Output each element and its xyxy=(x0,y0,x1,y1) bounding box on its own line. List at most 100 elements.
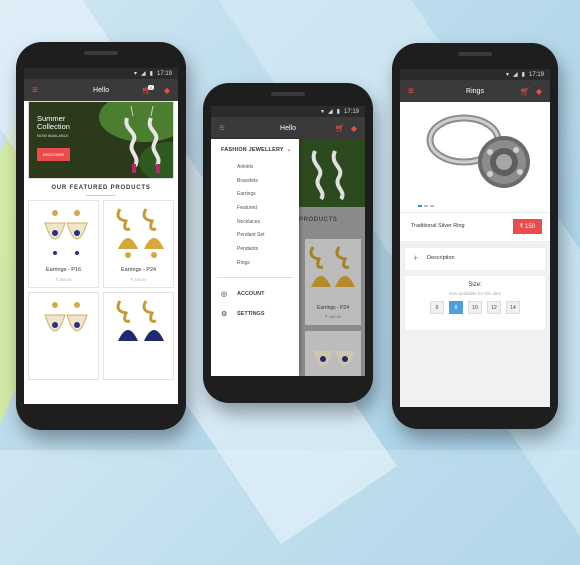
drawer-account[interactable]: ◎ ACCOUNT xyxy=(211,284,299,304)
product-image[interactable] xyxy=(400,102,550,212)
size-option-6[interactable]: 6 xyxy=(430,301,444,314)
drawer-item-anklets[interactable]: Anklets xyxy=(237,161,299,175)
wifi-icon: ▾ xyxy=(321,109,325,115)
product-name: Traditional Silver Ring xyxy=(411,223,465,229)
drawer-category-label: FASHION JEWELLERY xyxy=(221,147,284,153)
peek-heading: PRODUCTS xyxy=(299,217,338,223)
carousel-dot[interactable] xyxy=(424,205,428,207)
gear-icon: ⚙ xyxy=(221,310,228,318)
battery-icon: ▮ xyxy=(336,109,340,115)
product-info-row: Traditional Silver Ring ₹ 150 xyxy=(400,212,550,242)
drawer-account-label: ACCOUNT xyxy=(237,290,265,297)
drawer-item-earrings[interactable]: Earrings xyxy=(237,188,299,202)
cart-icon[interactable]: 🛒︎ xyxy=(335,124,345,133)
wifi-icon: ▾ xyxy=(134,71,138,77)
silver-ring-image xyxy=(426,114,530,188)
phone-home: ▾ ◢ ▮ 17:19 ≡ Hello 🛒︎2 ◆ Summer Collect… xyxy=(16,42,186,430)
chandbali-earring-icon xyxy=(44,302,88,332)
size-option-8[interactable]: 8 xyxy=(449,301,463,314)
divider xyxy=(217,276,293,278)
battery-icon: ▮ xyxy=(149,71,153,77)
content-scrim[interactable]: PRODUCTS Earrings - P24 ₹ 150.00 xyxy=(299,139,365,376)
peek-card: Earrings - P24 ₹ 150.00 xyxy=(305,239,361,325)
product-card[interactable] xyxy=(28,292,99,380)
jhumka-earring-icon xyxy=(116,208,164,258)
description-label: Description xyxy=(427,255,455,261)
speaker xyxy=(271,92,305,96)
drawer-subcategory-list: Anklets Bracelets Earrings Featured Neck… xyxy=(211,161,299,271)
banner-line2: Collection xyxy=(37,122,70,131)
size-option-14[interactable]: 14 xyxy=(506,301,520,314)
battery-icon: ▮ xyxy=(521,72,525,78)
featured-title: OUR FEATURED PRODUCTS xyxy=(51,185,151,191)
drawer-item-pendants[interactable]: Pendants xyxy=(237,243,299,257)
drawer-item-rings[interactable]: Rings xyxy=(237,257,299,271)
drawer-item-featured[interactable]: Featured xyxy=(237,202,299,216)
drawer-settings-label: SETTINGS xyxy=(237,310,265,317)
size-subtitle: Size available for this item xyxy=(448,291,502,296)
size-option-10[interactable]: 10 xyxy=(468,301,482,314)
drawer-settings[interactable]: ⚙ SETTINGS xyxy=(211,304,299,324)
drawer-category[interactable]: FASHION JEWELLERY ⌄ xyxy=(211,139,299,153)
size-option-12[interactable]: 12 xyxy=(487,301,501,314)
earring-image xyxy=(124,106,161,173)
chevron-down-icon: ⌄ xyxy=(286,147,292,153)
cart-icon[interactable]: 🛒︎2 xyxy=(141,84,157,95)
carousel-dots xyxy=(418,205,434,207)
peek-card xyxy=(305,331,361,376)
peek-product-name: Earrings - P24 xyxy=(317,305,349,311)
size-options: 6 8 10 12 14 xyxy=(405,301,545,314)
size-selector: Size: Size available for this item 6 8 1… xyxy=(404,275,546,331)
status-bar: ▾ ◢ ▮ 17:19 xyxy=(24,68,178,79)
promo-banner[interactable]: Summer Collection NOW AVAILABLE DISCOVER xyxy=(28,101,174,179)
cart-badge: 2 xyxy=(147,84,154,90)
price-badge[interactable]: ₹ 150 xyxy=(512,219,542,234)
peek-banner xyxy=(299,139,365,207)
discover-button[interactable]: DISCOVER xyxy=(37,148,70,161)
tag-icon[interactable]: ◆ xyxy=(536,87,542,96)
drawer-screen: ▾ ◢ ▮ 17:19 ≡ Hello 🛒︎ ◆ PRODUCTS Earrin… xyxy=(211,106,365,376)
chandbali-earring-icon xyxy=(313,351,355,366)
home-screen: ▾ ◢ ▮ 17:19 ≡ Hello 🛒︎2 ◆ Summer Collect… xyxy=(24,68,178,404)
product-card[interactable]: Earrings - P24 ₹ 150.00 xyxy=(103,200,174,288)
status-bar: ▾ ◢ ▮ 17:19 xyxy=(400,69,550,80)
rings-screen: ▾ ◢ ▮ 17:19 ≡ Rings 🛒︎ ◆ Traditional Sil… xyxy=(400,69,550,407)
product-price: ₹ 150.00 xyxy=(130,277,147,282)
carousel-dot[interactable] xyxy=(418,205,422,207)
tag-icon[interactable]: ◆ xyxy=(351,124,357,133)
banner-heading: Summer Collection NOW AVAILABLE xyxy=(37,115,70,140)
size-title: Size: xyxy=(468,282,482,288)
product-grid: Earrings - P16 ₹ 250.00 Earrings - P24 ₹… xyxy=(28,200,174,380)
plus-icon: + xyxy=(413,253,419,263)
status-time: 17:19 xyxy=(528,71,544,78)
peek-product-price: ₹ 150.00 xyxy=(325,314,341,319)
product-card[interactable] xyxy=(103,292,174,380)
app-bar: ≡ Hello 🛒︎2 ◆ xyxy=(24,79,178,101)
navigation-drawer: FASHION JEWELLERY ⌄ Anklets Bracelets Ear… xyxy=(211,139,299,376)
banner-subtitle: NOW AVAILABLE xyxy=(37,133,69,138)
cart-icon[interactable]: 🛒︎ xyxy=(520,87,530,96)
drawer-item-pendant-set[interactable]: Pendant Set xyxy=(237,229,299,243)
status-time: 17:19 xyxy=(156,70,172,77)
status-bar: ▾ ◢ ▮ 17:19 xyxy=(211,106,365,117)
jhumka-earring-icon xyxy=(309,246,355,287)
signal-icon: ◢ xyxy=(513,72,518,78)
app-bar: ≡ Hello 🛒︎ ◆ xyxy=(211,117,365,139)
signal-icon: ◢ xyxy=(141,71,146,77)
tag-icon[interactable]: ◆ xyxy=(164,86,170,95)
drawer-item-bracelets[interactable]: Bracelets xyxy=(237,175,299,189)
user-icon: ◎ xyxy=(221,290,228,298)
product-name: Earrings - P16 xyxy=(45,267,82,273)
chandbali-earring-icon xyxy=(44,210,88,255)
carousel-dot[interactable] xyxy=(430,205,434,207)
product-card[interactable]: Earrings - P16 ₹ 250.00 xyxy=(28,200,99,288)
wifi-icon: ▾ xyxy=(506,72,510,78)
speaker xyxy=(84,51,118,55)
phone-drawer: ▾ ◢ ▮ 17:19 ≡ Hello 🛒︎ ◆ PRODUCTS Earrin… xyxy=(203,83,373,403)
description-row[interactable]: + Description xyxy=(404,247,546,271)
product-price: ₹ 250.00 xyxy=(55,277,72,282)
product-name: Earrings - P24 xyxy=(120,267,157,273)
status-time: 17:19 xyxy=(343,108,359,115)
drawer-item-necklaces[interactable]: Necklaces xyxy=(237,216,299,230)
earring-image xyxy=(311,150,345,201)
